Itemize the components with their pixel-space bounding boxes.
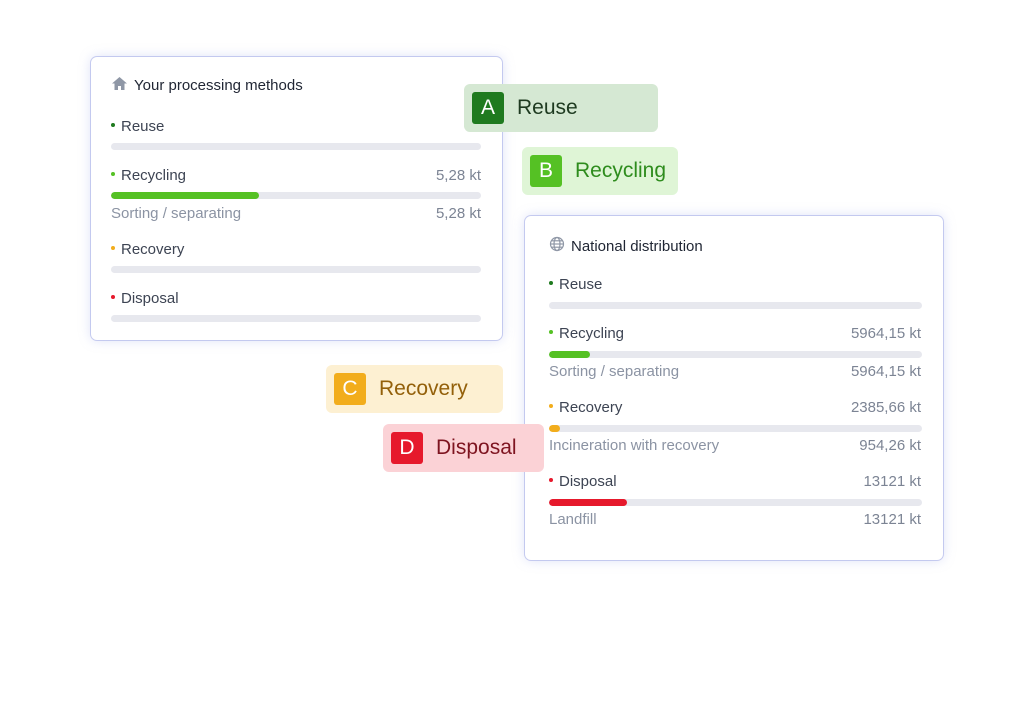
progress-bar-recycling bbox=[111, 192, 481, 199]
recycling-dot bbox=[549, 330, 553, 335]
method-value: 13121 kt bbox=[863, 473, 921, 490]
sub-value: 5964,15 kt bbox=[850, 363, 921, 380]
method-value: 2385,66 kt bbox=[850, 399, 921, 416]
method-value: 5964,15 kt bbox=[850, 325, 921, 342]
tag-label: Disposal bbox=[436, 436, 517, 459]
progress-bar-reuse bbox=[111, 143, 481, 150]
sub-label: Sorting / separating bbox=[549, 363, 680, 380]
category-tag-recovery: C Recovery bbox=[326, 365, 503, 413]
method-label: Recovery bbox=[559, 399, 623, 416]
sub-row-sorting: Sorting / separating 5964,15 kt bbox=[549, 363, 921, 383]
method-label: Reuse bbox=[559, 276, 603, 293]
method-label: Recovery bbox=[121, 241, 185, 258]
category-tag-disposal: D Disposal bbox=[383, 424, 544, 472]
method-value: 5,28 kt bbox=[435, 167, 481, 184]
tag-label: Recovery bbox=[379, 377, 468, 400]
tag-letter: C bbox=[334, 373, 366, 405]
sub-value: 13121 kt bbox=[863, 511, 921, 528]
national-distribution-header: National distribution bbox=[549, 236, 703, 256]
sub-label: Landfill bbox=[549, 511, 597, 528]
home-icon bbox=[111, 76, 128, 95]
sub-value: 954,26 kt bbox=[859, 437, 921, 454]
sub-label: Sorting / separating bbox=[111, 205, 242, 222]
tag-label: Reuse bbox=[517, 96, 578, 119]
sub-row-landfill: Landfill 13121 kt bbox=[549, 511, 921, 531]
globe-icon bbox=[549, 236, 565, 256]
method-row-reuse: Reuse bbox=[549, 276, 921, 296]
method-row-recycling: Recycling 5,28 kt bbox=[111, 167, 481, 187]
recycling-dot bbox=[111, 172, 115, 177]
method-row-disposal: Disposal 13121 kt bbox=[549, 473, 921, 493]
sub-row-incineration: Incineration with recovery 954,26 kt bbox=[549, 437, 921, 457]
card-title: National distribution bbox=[571, 237, 703, 255]
progress-fill-recycling bbox=[549, 351, 591, 358]
reuse-dot bbox=[111, 123, 115, 128]
recovery-dot bbox=[549, 404, 553, 409]
method-row-reuse: Reuse bbox=[111, 118, 481, 138]
method-row-disposal: Disposal bbox=[111, 290, 481, 310]
progress-fill-disposal bbox=[549, 499, 628, 506]
card-title: Your processing methods bbox=[134, 77, 303, 94]
recovery-dot bbox=[111, 246, 115, 251]
tag-letter: B bbox=[530, 155, 562, 187]
method-row-recovery: Recovery 2385,66 kt bbox=[549, 399, 921, 419]
progress-bar-recovery bbox=[111, 266, 481, 273]
national-distribution-card: National distribution Reuse Recycling 59… bbox=[525, 216, 943, 560]
progress-bar-disposal bbox=[111, 315, 481, 322]
sub-label: Incineration with recovery bbox=[549, 437, 720, 454]
method-label: Disposal bbox=[559, 473, 617, 490]
progress-bar-disposal bbox=[549, 499, 922, 506]
method-label: Reuse bbox=[121, 118, 165, 135]
processing-methods-card: Your processing methods Reuse Recycling … bbox=[91, 57, 502, 340]
disposal-dot bbox=[111, 295, 115, 300]
progress-bar-recycling bbox=[549, 351, 922, 358]
tag-letter: A bbox=[472, 92, 504, 124]
sub-value: 5,28 kt bbox=[435, 205, 481, 222]
disposal-dot bbox=[549, 478, 553, 483]
category-tag-reuse: A Reuse bbox=[464, 84, 658, 132]
method-label: Recycling bbox=[559, 325, 625, 342]
method-label: Recycling bbox=[121, 167, 187, 184]
category-tag-recycling: B Recycling bbox=[522, 147, 678, 195]
method-row-recovery: Recovery bbox=[111, 241, 481, 261]
progress-fill-recovery bbox=[549, 425, 561, 432]
method-label: Disposal bbox=[121, 290, 179, 307]
progress-bar-reuse bbox=[549, 302, 922, 309]
sub-row-sorting: Sorting / separating 5,28 kt bbox=[111, 205, 481, 225]
progress-bar-recovery bbox=[549, 425, 922, 432]
reuse-dot bbox=[549, 281, 553, 286]
method-row-recycling: Recycling 5964,15 kt bbox=[549, 325, 921, 345]
processing-methods-header: Your processing methods bbox=[111, 76, 303, 95]
tag-label: Recycling bbox=[575, 159, 667, 182]
tag-letter: D bbox=[391, 432, 423, 464]
progress-fill-recycling bbox=[111, 192, 259, 199]
